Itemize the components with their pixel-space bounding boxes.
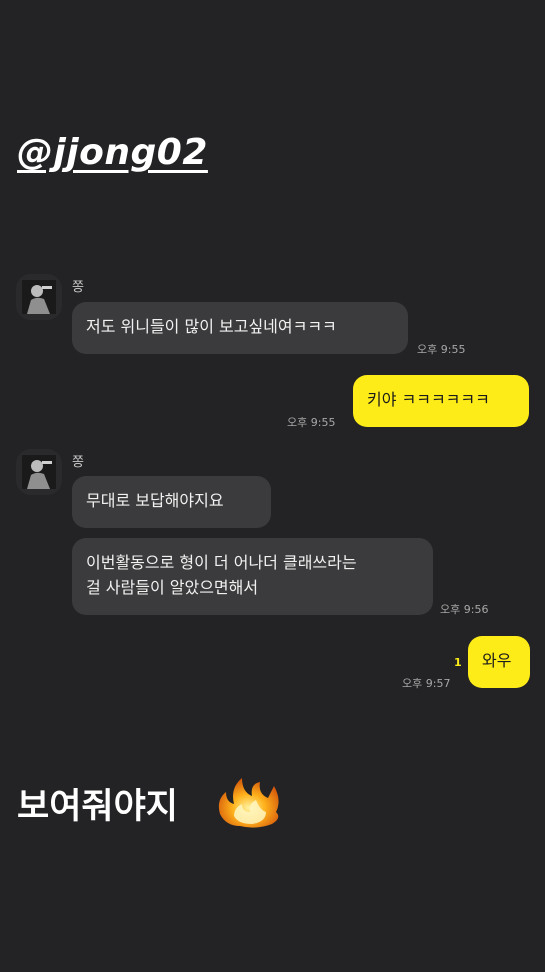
unread-count-badge: 1 xyxy=(454,656,462,669)
fire-icon[interactable] xyxy=(212,770,284,830)
sender-name: 쫑 xyxy=(72,455,84,470)
message-bubble-outgoing[interactable]: 와우 xyxy=(468,636,530,688)
avatar-photo-icon xyxy=(16,274,62,320)
avatar-photo-icon xyxy=(16,449,62,495)
message-time: 오후 9:57 xyxy=(402,677,451,690)
story-mention-handle[interactable]: @jjong02 xyxy=(17,132,208,173)
sender-name: 쫑 xyxy=(72,280,84,295)
message-time: 오후 9:55 xyxy=(417,343,466,356)
message-line: 걸 사람들이 알았으면해서 xyxy=(86,578,259,597)
sender-avatar[interactable] xyxy=(16,274,62,320)
message-bubble-incoming[interactable]: 저도 위니들이 많이 보고싶네여ㅋㅋㅋ xyxy=(72,302,408,354)
sender-avatar[interactable] xyxy=(16,449,62,495)
message-bubble-outgoing[interactable]: 키야 ㅋㅋㅋㅋㅋㅋ xyxy=(353,375,529,427)
message-bubble-incoming[interactable]: 이번활동으로 형이 더 어나더 클래쓰라는 걸 사람들이 알았으면해서 xyxy=(72,538,433,615)
message-bubble-incoming[interactable]: 무대로 보답해야지요 xyxy=(72,476,271,528)
message-line: 이번활동으로 형이 더 어나더 클래쓰라는 xyxy=(86,553,357,572)
message-time: 오후 9:56 xyxy=(440,603,489,616)
message-time: 오후 9:55 xyxy=(287,416,336,429)
story-caption: 보여줘야지 xyxy=(17,787,179,827)
